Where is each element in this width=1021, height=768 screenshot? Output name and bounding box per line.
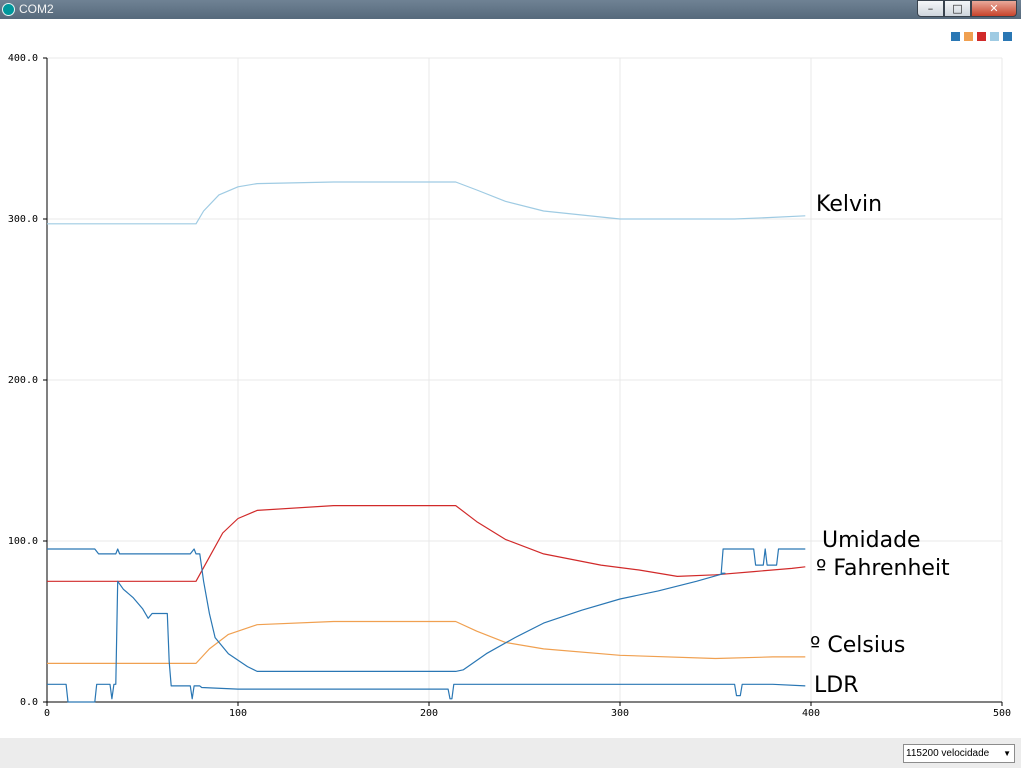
y-tick-label: 0.0 <box>20 697 38 708</box>
y-tick-label: 100.0 <box>8 536 38 547</box>
series-line-5 <box>47 580 806 703</box>
legend-swatch-3 <box>977 32 986 41</box>
legend-swatch-2 <box>964 32 973 41</box>
y-tick-label: 300.0 <box>8 214 38 225</box>
window-titlebar[interactable]: COM2 – □ ✕ <box>0 0 1021 19</box>
y-tick-label: 400.0 <box>8 53 38 64</box>
chevron-down-icon: ▼ <box>1003 749 1011 758</box>
x-tick-label: 0 <box>44 708 50 719</box>
baud-rate-value: 115200 velocidade <box>906 748 990 759</box>
x-tick-label: 100 <box>229 708 247 719</box>
arduino-icon <box>2 3 15 16</box>
label-umidade: Umidade <box>822 528 921 553</box>
legend-swatch-4 <box>990 32 999 41</box>
x-tick-label: 300 <box>611 708 629 719</box>
x-tick-label: 500 <box>993 708 1011 719</box>
label-kelvin: Kelvin <box>816 192 882 217</box>
label-ldr: LDR <box>814 673 858 698</box>
label-fahrenheit: º Fahrenheit <box>816 556 950 581</box>
bottom-bar <box>0 738 1021 768</box>
minimize-button[interactable]: – <box>917 0 944 17</box>
legend-swatch-1 <box>951 32 960 41</box>
legend-swatch-5 <box>1003 32 1012 41</box>
baud-rate-select[interactable]: 115200 velocidade ▼ <box>903 744 1015 763</box>
series-line-4 <box>47 548 806 673</box>
series-line-1 <box>47 181 806 225</box>
series-line-3 <box>47 620 806 665</box>
series-line-2 <box>47 505 806 582</box>
serial-plotter-chart: 0.0100.0200.0300.0400.00 100 200 300 400 500 … <box>8 32 1012 719</box>
window-title: COM2 <box>19 2 54 16</box>
x-tick-label: 400 <box>802 708 820 719</box>
y-tick-label: 200.0 <box>8 375 38 386</box>
close-button[interactable]: ✕ <box>971 0 1017 17</box>
label-celsius: º Celsius <box>810 633 905 658</box>
x-tick-label: 200 <box>420 708 438 719</box>
maximize-button[interactable]: □ <box>944 0 971 17</box>
